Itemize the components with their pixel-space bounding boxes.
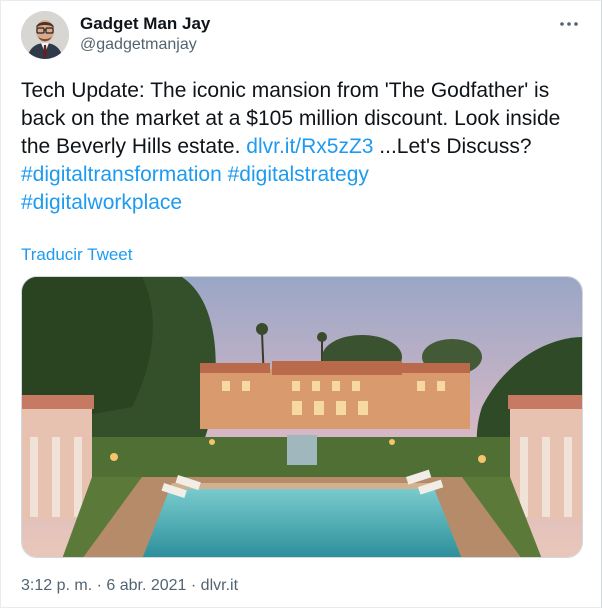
more-options-button[interactable]: [557, 13, 581, 35]
tweet-time[interactable]: 3:12 p. m.: [21, 577, 92, 594]
hashtag-digitalworkplace[interactable]: #digitalworkplace: [21, 191, 182, 214]
translate-tweet-link[interactable]: Traducir Tweet: [21, 245, 133, 265]
author-name[interactable]: Gadget Man Jay: [80, 13, 210, 35]
avatar-image: [21, 11, 69, 59]
tweet-text: Tech Update: The iconic mansion from 'Th…: [21, 77, 581, 217]
mansion-photo: [22, 277, 582, 557]
meta-separator-2: ·: [186, 577, 201, 594]
tweet-source[interactable]: dlvr.it: [201, 577, 238, 594]
more-horizontal-icon: [560, 22, 578, 26]
avatar[interactable]: [21, 11, 69, 59]
hashtag-digitalstrategy[interactable]: #digitalstrategy: [228, 163, 369, 186]
tweet-card: Gadget Man Jay @gadgetmanjay Tech Update…: [0, 0, 602, 608]
tweet-text-after-link: ...Let's Discuss?: [373, 135, 532, 158]
hashtag-digitaltransformation[interactable]: #digitaltransformation: [21, 163, 222, 186]
tweet-date[interactable]: 6 abr. 2021: [106, 577, 186, 594]
meta-separator: ·: [92, 577, 107, 594]
tweet-header: Gadget Man Jay @gadgetmanjay: [21, 11, 587, 63]
author-handle[interactable]: @gadgetmanjay: [80, 35, 197, 55]
tweet-link[interactable]: dlvr.it/Rx5zZ3: [246, 135, 373, 158]
tweet-meta: 3:12 p. m. · 6 abr. 2021 · dlvr.it: [21, 577, 238, 595]
tweet-image[interactable]: [21, 276, 583, 558]
